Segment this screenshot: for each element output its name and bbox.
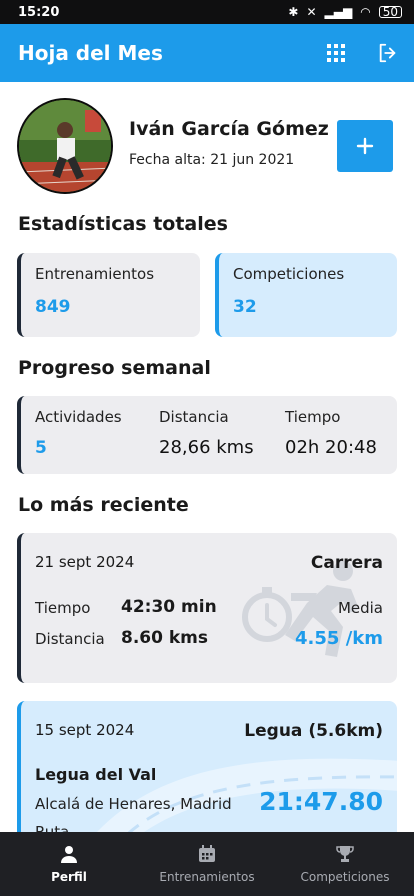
recent1-avg-value: 4.55 /km (295, 628, 383, 649)
mute-icon: ✕ (306, 5, 317, 19)
recent-training-card[interactable]: 21 sept 2024 Carrera Tiempo 42:30 min Di… (17, 533, 397, 683)
activities-value: 5 (35, 438, 47, 458)
athlete-photo (19, 100, 111, 192)
recent2-date: 15 sept 2024 (35, 721, 135, 739)
recent1-distance-label: Distancia (35, 630, 105, 648)
recent1-type: Carrera (310, 553, 383, 573)
time-value: 02h 20:48 (285, 437, 377, 458)
trainings-card[interactable]: Entrenamientos 849 (17, 253, 200, 337)
logout-icon (379, 43, 396, 63)
weekly-card: Actividades 5 Distancia 28,66 kms Tiempo… (17, 396, 397, 474)
recent2-place: Alcalá de Henares, Madrid (35, 795, 232, 813)
recent1-distance-value: 8.60 kms (121, 628, 209, 648)
signal-icon: ▂▄▆ (324, 5, 353, 19)
recent1-avg-label: Media (337, 599, 383, 617)
calendar-icon (199, 845, 215, 862)
plus-icon (356, 137, 374, 155)
recent2-result: 21:47.80 (259, 787, 383, 816)
tab-profile[interactable]: Perfil (0, 832, 138, 896)
recent1-date: 21 sept 2024 (35, 553, 135, 571)
competitions-card[interactable]: Competiciones 32 (215, 253, 397, 337)
tab-competitions-label: Competiciones (300, 870, 390, 884)
trainings-label: Entrenamientos (35, 265, 155, 283)
distance-label: Distancia (159, 408, 229, 426)
recent1-time-label: Tiempo (35, 599, 91, 617)
profile-header: Iván García Gómez Fecha alta: 21 jun 202… (17, 98, 397, 196)
battery-icon: 50 (378, 6, 402, 18)
avatar[interactable] (17, 98, 113, 194)
page-title: Hoja del Mes (18, 41, 163, 65)
status-icons: ✱ ✕ ▂▄▆ ◠ 50 (288, 5, 402, 19)
recent2-event: Legua del Val (35, 765, 157, 784)
totals-title: Estadísticas totales (18, 213, 228, 235)
weekly-title: Progreso semanal (18, 357, 211, 379)
recent-title: Lo más reciente (18, 494, 189, 516)
profile-name: Iván García Gómez (129, 118, 329, 140)
tab-profile-label: Perfil (51, 870, 87, 884)
recent1-time-value: 42:30 min (121, 597, 217, 617)
trainings-value: 849 (35, 297, 71, 317)
status-bar: 15:20 ✱ ✕ ▂▄▆ ◠ 50 (0, 0, 414, 24)
grid-icon (327, 44, 345, 62)
bottom-nav: Perfil Entrenamientos Competiciones (0, 832, 414, 896)
person-icon (61, 846, 77, 863)
competitions-value: 32 (233, 297, 257, 317)
wifi-icon: ◠ (360, 5, 371, 19)
bluetooth-icon: ✱ (288, 5, 299, 19)
distance-value: 28,66 kms (159, 437, 254, 458)
competitions-label: Competiciones (233, 265, 345, 283)
tab-competitions[interactable]: Competiciones (276, 832, 414, 896)
time-label: Tiempo (285, 408, 341, 426)
app-bar: Hoja del Mes (0, 24, 414, 82)
status-time: 15:20 (18, 4, 60, 20)
activities-label: Actividades (35, 408, 122, 426)
recent2-type: Legua (5.6km) (244, 721, 383, 741)
profile-since: Fecha alta: 21 jun 2021 (129, 152, 295, 168)
recent-competition-card[interactable]: 15 sept 2024 Legua (5.6km) Legua del Val… (17, 701, 397, 851)
logout-button[interactable] (376, 41, 400, 65)
add-button[interactable] (337, 120, 393, 172)
tab-trainings[interactable]: Entrenamientos (138, 832, 276, 896)
tab-trainings-label: Entrenamientos (159, 870, 255, 884)
trophy-icon (336, 846, 354, 862)
grid-menu-button[interactable] (324, 41, 348, 65)
